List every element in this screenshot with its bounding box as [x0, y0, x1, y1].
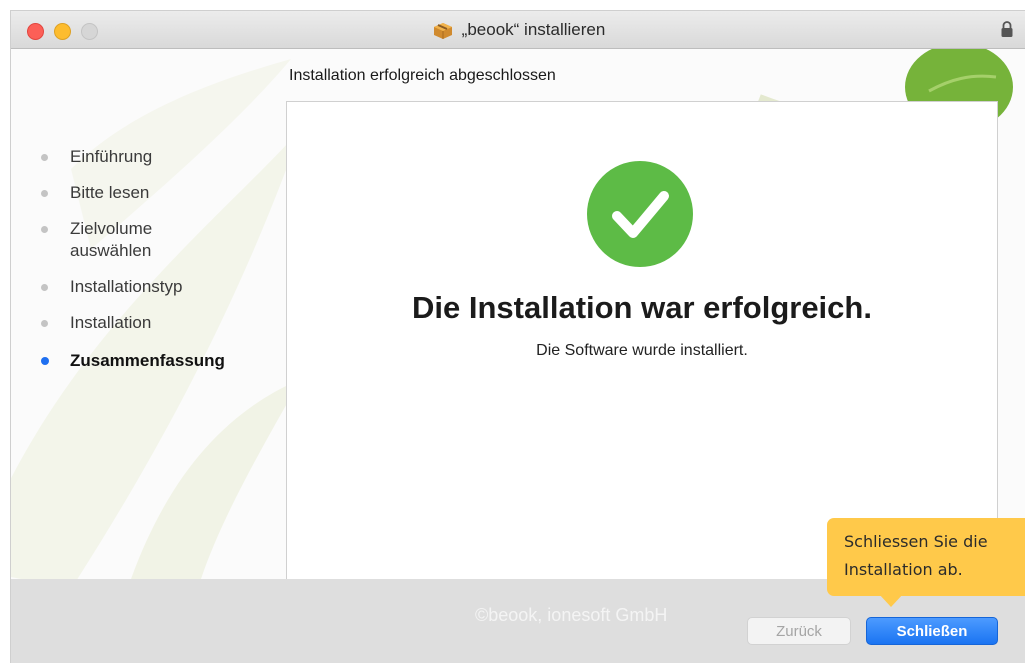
window-title: „beook“ installieren — [461, 19, 606, 39]
step-label: Installationstyp — [70, 277, 183, 296]
step-dot-icon — [41, 284, 48, 291]
step-label: Zielvolume auswählen — [70, 219, 153, 260]
step-bitte-lesen: Bitte lesen — [41, 182, 225, 204]
step-dot-icon — [41, 190, 48, 197]
callout-pointer — [878, 593, 904, 607]
step-installationstyp: Installationstyp — [41, 276, 225, 298]
installer-content: Installation erfolgreich abgeschlossen E… — [11, 49, 1025, 579]
step-active-dot-icon — [41, 357, 49, 365]
copyright-text: ©beook, ionesoft GmbH — [475, 605, 668, 625]
step-dot-icon — [41, 226, 48, 233]
step-zusammenfassung: Zusammenfassung — [41, 350, 225, 372]
step-label: Einführung — [70, 147, 153, 166]
checkmark-icon — [587, 161, 693, 267]
instruction-callout: Schliessen Sie die Installation ab. — [827, 518, 1025, 596]
step-dot-icon — [41, 320, 48, 327]
page-heading: Installation erfolgreich abgeschlossen — [289, 67, 556, 84]
back-button[interactable]: Zurück — [747, 617, 851, 645]
installer-steps: Einführung Bitte lesen Zielvolume auswäh… — [41, 146, 225, 372]
package-icon — [433, 22, 452, 39]
title-bar: „beook“ installieren — [11, 11, 1025, 49]
step-einfuehrung: Einführung — [41, 146, 225, 168]
step-zielvolume: Zielvolume auswählen — [41, 218, 225, 262]
success-subtitle: Die Software wurde installiert. — [536, 342, 748, 359]
callout-text: Schliessen Sie die Installation ab. — [844, 532, 988, 579]
window-title-group: „beook“ installieren — [11, 11, 1025, 48]
summary-panel: Die Installation war erfolgreich. Die So… — [286, 101, 998, 579]
step-dot-icon — [41, 154, 48, 161]
step-label: Installation — [70, 313, 152, 332]
step-installation: Installation — [41, 312, 225, 334]
lock-icon — [1001, 21, 1013, 37]
success-title: Die Installation war erfolgreich. — [412, 290, 872, 325]
step-label: Zusammenfassung — [70, 351, 225, 370]
close-button[interactable]: Schließen — [866, 617, 998, 645]
step-label: Bitte lesen — [70, 183, 150, 202]
